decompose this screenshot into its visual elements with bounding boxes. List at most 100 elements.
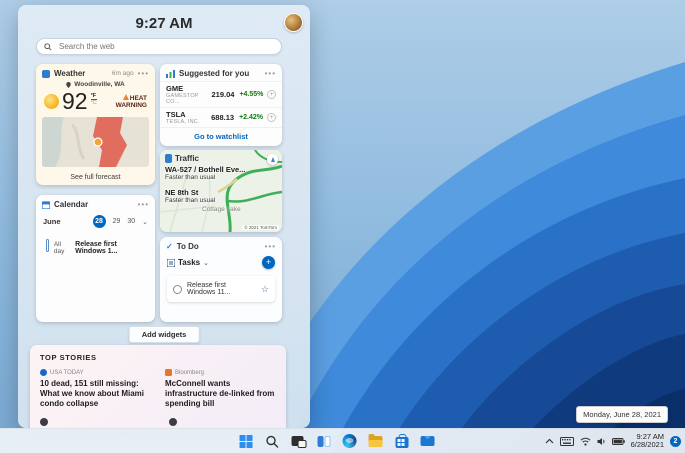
traffic-light-icon — [165, 154, 172, 163]
stock-row-gme[interactable]: GME GAMESTOP CO... 219.04 +4.55% + — [160, 81, 282, 107]
go-to-watchlist-link[interactable]: Go to watchlist — [160, 127, 282, 145]
unit-celsius[interactable]: °C — [91, 100, 97, 106]
tasks-list-name[interactable]: Tasks — [178, 258, 200, 267]
calendar-expand-icon[interactable]: ⌄ — [142, 218, 148, 226]
edge-button[interactable] — [341, 433, 358, 450]
news-feed-card: TOP STORIES USA TODAY 10 dead, 151 still… — [30, 345, 286, 428]
calendar-day-29[interactable]: 29 — [113, 218, 121, 225]
temperature-value: 92 — [62, 88, 88, 114]
calendar-title: Calendar — [54, 200, 89, 209]
calendar-event[interactable]: All day Release first Windows 1... — [36, 228, 155, 255]
tasks-list-icon — [167, 258, 175, 267]
mail-icon — [420, 436, 435, 446]
todo-widget[interactable]: ✓ To Do ••• Tasks ⌄ + Release first Wind… — [160, 237, 282, 322]
weather-title: Weather — [54, 69, 86, 78]
todo-title: To Do — [176, 242, 199, 251]
stock-change: +2.42% — [239, 114, 263, 121]
task-view-button[interactable] — [289, 433, 307, 450]
traffic-widget[interactable]: Traffic WA-527 / Bothell Eve... Faster t… — [160, 150, 282, 232]
panel-clock: 9:27 AM — [135, 15, 193, 32]
weather-forecast-link[interactable]: See full forecast — [36, 174, 155, 181]
news-story[interactable]: USA TODAY 10 dead, 151 still missing: Wh… — [40, 369, 151, 409]
widgets-button[interactable] — [315, 433, 332, 450]
task-checkbox[interactable] — [173, 284, 182, 294]
todo-menu-icon[interactable]: ••• — [265, 242, 276, 250]
folder-icon — [368, 433, 383, 447]
file-explorer-button[interactable] — [367, 433, 384, 450]
wifi-icon[interactable] — [580, 437, 591, 446]
taskbar: 9:27 AM 6/28/2021 2 — [0, 428, 685, 453]
top-stories-heading: TOP STORIES — [40, 353, 97, 362]
location-pin-icon — [66, 81, 72, 88]
weather-map[interactable] — [42, 117, 149, 167]
task-item[interactable]: Release first Windows 11... ☆ — [167, 276, 275, 302]
traffic-route-name: WA-527 / Bothell Eve... — [165, 165, 246, 174]
todo-check-icon: ✓ — [166, 242, 173, 251]
web-search-box[interactable] — [36, 38, 282, 55]
event-title: Release first Windows 1... — [75, 241, 118, 255]
mail-button[interactable] — [419, 433, 436, 450]
widgets-panel: 9:27 AM Weather 6m ago ••• Woodinville, … — [18, 5, 310, 428]
map-compass-icon[interactable] — [267, 154, 278, 165]
stock-price: 219.04 — [211, 90, 235, 99]
search-icon — [265, 435, 278, 448]
usa-today-icon — [40, 369, 47, 376]
weather-icon — [42, 69, 50, 78]
traffic-route-status: Faster than usual — [165, 197, 216, 204]
calendar-day-28[interactable]: 28 — [92, 215, 106, 228]
search-icon — [44, 42, 52, 51]
traffic-route-status: Faster than usual — [165, 174, 216, 181]
stock-symbol: TSLA — [166, 110, 186, 119]
unit-fahrenheit[interactable]: °F — [90, 93, 97, 100]
store-icon — [395, 433, 409, 448]
calendar-widget[interactable]: Calendar ••• June 28 29 30 ⌄ All day Rel… — [36, 195, 155, 322]
calendar-icon — [42, 200, 50, 209]
tasks-dropdown-icon[interactable]: ⌄ — [203, 259, 209, 267]
date-tooltip: Monday, June 28, 2021 — [576, 406, 668, 423]
store-button[interactable] — [393, 433, 410, 450]
stocks-menu-icon[interactable]: ••• — [265, 69, 276, 77]
stock-row-tsla[interactable]: TSLA TESLA, INC. 688.13 +2.42% + — [160, 107, 282, 127]
story-source: USA TODAY — [50, 369, 84, 376]
traffic-title: Traffic — [175, 154, 200, 163]
touch-keyboard-icon[interactable] — [559, 436, 574, 446]
story-source-icon — [40, 418, 48, 426]
stock-company: GAMESTOP CO... — [166, 93, 199, 105]
weather-menu-icon[interactable]: ••• — [138, 69, 149, 77]
stock-company: TESLA, INC. — [166, 119, 200, 125]
battery-icon[interactable] — [611, 437, 625, 445]
show-hidden-icons-chevron[interactable] — [545, 438, 554, 444]
stocks-widget[interactable]: Suggested for you ••• GME GAMESTOP CO...… — [160, 64, 282, 146]
map-place-label: Cottage Lake — [202, 206, 241, 213]
traffic-route-name: NE 8th St — [165, 188, 199, 197]
windows-logo-icon — [239, 434, 253, 448]
taskbar-search-button[interactable] — [263, 433, 280, 450]
search-input[interactable] — [57, 41, 274, 52]
sunny-icon — [44, 93, 59, 109]
stock-price: 688.13 — [211, 113, 235, 122]
warning-triangle-icon — [122, 93, 129, 100]
calendar-menu-icon[interactable]: ••• — [138, 200, 149, 208]
add-to-watchlist-icon[interactable]: + — [267, 90, 276, 99]
news-story[interactable]: Bloomberg McConnell wants infrastructure… — [165, 369, 276, 409]
map-attribution: © 2021 TomTom — [242, 225, 279, 230]
add-task-button[interactable]: + — [262, 256, 275, 269]
user-avatar[interactable] — [284, 13, 303, 32]
weather-location: Woodinville, WA — [74, 81, 125, 88]
widgets-icon — [317, 435, 331, 447]
event-time: All day — [53, 241, 65, 255]
weather-widget[interactable]: Weather 6m ago ••• Woodinville, WA 92 °F… — [36, 64, 155, 185]
heat-warning-badge: HEAT WARNING — [115, 93, 147, 109]
notification-badge[interactable]: 2 — [670, 435, 681, 447]
taskbar-clock[interactable]: 9:27 AM 6/28/2021 — [631, 433, 664, 449]
add-to-watchlist-icon[interactable]: + — [267, 113, 276, 122]
add-widgets-button[interactable]: Add widgets — [128, 326, 200, 343]
task-title: Release first Windows 11... — [187, 282, 231, 296]
volume-icon[interactable] — [597, 437, 606, 446]
stocks-title: Suggested for you — [179, 69, 250, 78]
start-button[interactable] — [237, 433, 254, 450]
event-indicator — [46, 239, 49, 252]
weather-updated: 6m ago — [111, 70, 134, 77]
calendar-day-30[interactable]: 30 — [127, 218, 135, 225]
star-icon[interactable]: ☆ — [261, 285, 269, 294]
